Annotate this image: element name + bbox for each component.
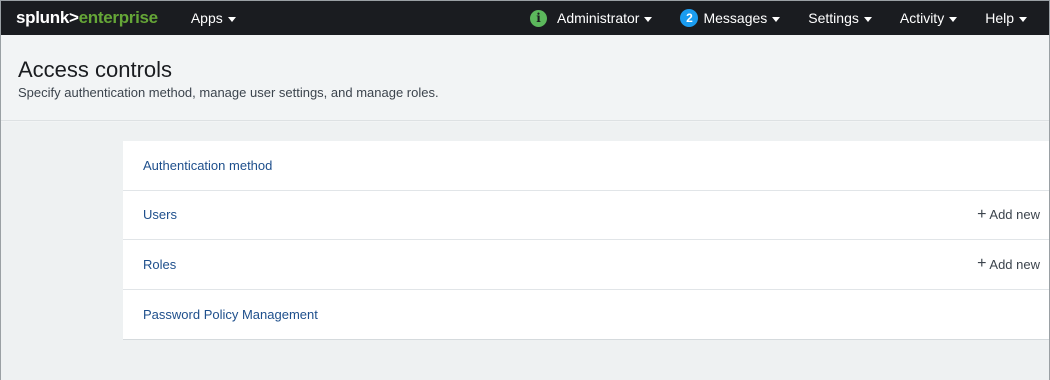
logo-splunk-text: splunk> xyxy=(16,8,79,27)
main-content: Authentication method Users + Add new Ro… xyxy=(1,122,1049,380)
top-navigation-bar: splunk> enterprise Apps i Administrator 2… xyxy=(1,1,1049,35)
messages-menu[interactable]: 2 Messages xyxy=(680,1,781,35)
page-title: Access controls xyxy=(18,57,173,82)
help-menu-label: Help xyxy=(985,10,1014,26)
activity-menu[interactable]: Activity xyxy=(899,1,958,35)
access-controls-list: Authentication method Users + Add new Ro… xyxy=(123,141,1049,340)
help-menu[interactable]: Help xyxy=(985,1,1027,35)
list-item-password-policy-management: Password Policy Management xyxy=(123,290,1049,340)
activity-menu-label: Activity xyxy=(899,10,945,26)
messages-count-badge: 2 xyxy=(680,9,699,27)
chevron-down-icon xyxy=(863,16,872,22)
settings-menu[interactable]: Settings xyxy=(808,1,872,35)
password-policy-management-link[interactable]: Password Policy Management xyxy=(143,307,318,322)
add-new-role-label: Add new xyxy=(989,256,1040,272)
add-new-role-button[interactable]: + Add new xyxy=(977,240,1040,289)
chevron-down-icon xyxy=(227,16,236,22)
add-new-user-label: Add new xyxy=(989,207,1040,223)
chevron-down-icon xyxy=(1019,16,1027,22)
info-icon[interactable]: i xyxy=(529,9,547,27)
add-new-user-button[interactable]: + Add new xyxy=(977,191,1040,240)
page-subtitle: Specify authentication method, manage us… xyxy=(18,85,439,100)
logo-enterprise-text: enterprise xyxy=(78,8,159,27)
list-item-roles: Roles + Add new xyxy=(123,240,1049,290)
chevron-down-icon xyxy=(949,16,958,22)
plus-icon: + xyxy=(977,205,987,223)
users-link[interactable]: Users xyxy=(143,207,177,222)
apps-menu-label: Apps xyxy=(190,10,223,26)
list-item-authentication-method: Authentication method xyxy=(123,141,1049,191)
apps-menu[interactable]: Apps xyxy=(191,1,236,35)
list-item-users: Users + Add new xyxy=(123,191,1049,240)
administrator-menu-label: Administrator xyxy=(556,10,640,26)
app-window: splunk> enterprise Apps i Administrator 2… xyxy=(0,0,1050,380)
chevron-down-icon xyxy=(644,16,653,22)
authentication-method-link[interactable]: Authentication method xyxy=(143,158,272,173)
administrator-menu[interactable]: i Administrator xyxy=(529,1,653,35)
chevron-down-icon xyxy=(772,16,781,22)
plus-icon: + xyxy=(977,255,987,273)
page-header: Access controls Specify authentication m… xyxy=(1,35,1049,121)
messages-menu-label: Messages xyxy=(703,10,768,26)
roles-link[interactable]: Roles xyxy=(143,257,176,272)
splunk-logo[interactable]: splunk> enterprise xyxy=(16,1,158,35)
settings-menu-label: Settings xyxy=(808,10,859,26)
